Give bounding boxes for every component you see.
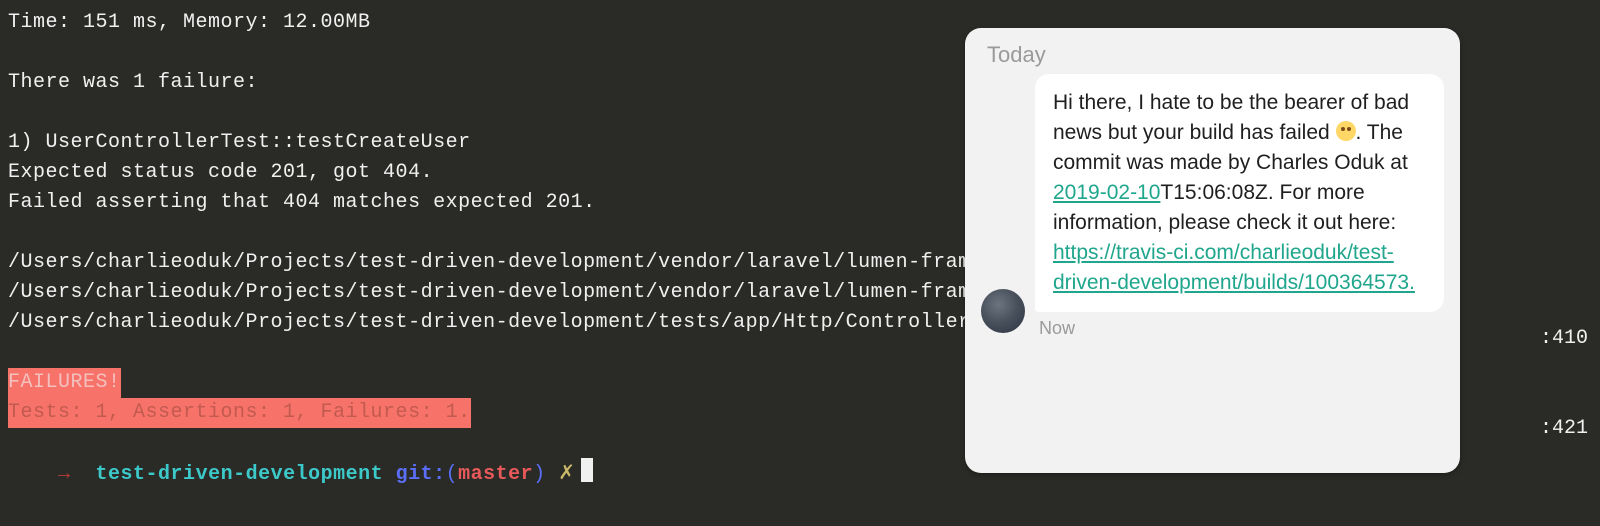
avatar[interactable] <box>981 289 1025 333</box>
chat-date-header: Today <box>981 42 1444 68</box>
line-numbers: :410 :421 <box>1540 264 1588 474</box>
line-number-2: :421 <box>1540 414 1588 444</box>
date-link[interactable]: 2019-02-10 <box>1053 181 1160 204</box>
chat-notification-card: Today Hi there, I hate to be the bearer … <box>965 28 1460 473</box>
flushed-face-emoji-icon <box>1336 121 1356 141</box>
prompt-branch: master <box>458 463 533 486</box>
prompt-dirty-icon: ✗ <box>558 463 575 486</box>
chat-message-row: Hi there, I hate to be the bearer of bad… <box>981 74 1444 339</box>
failures-banner: FAILURES! <box>8 368 121 398</box>
line-number-1: :410 <box>1540 324 1588 354</box>
failures-stats: Tests: 1, Assertions: 1, Failures: 1. <box>8 398 471 428</box>
prompt-git-label: git: <box>396 463 446 486</box>
terminal-cursor[interactable] <box>581 458 593 482</box>
prompt-paren-left: ( <box>446 463 459 486</box>
chat-message-bubble: Hi there, I hate to be the bearer of bad… <box>1035 74 1444 312</box>
prompt-paren-right: ) <box>533 463 546 486</box>
prompt-arrow-icon: → <box>58 463 71 486</box>
chat-timestamp: Now <box>1039 318 1444 339</box>
prompt-directory: test-driven-development <box>96 463 384 486</box>
build-url-link[interactable]: https://travis-ci.com/charlieoduk/test-d… <box>1053 241 1415 294</box>
